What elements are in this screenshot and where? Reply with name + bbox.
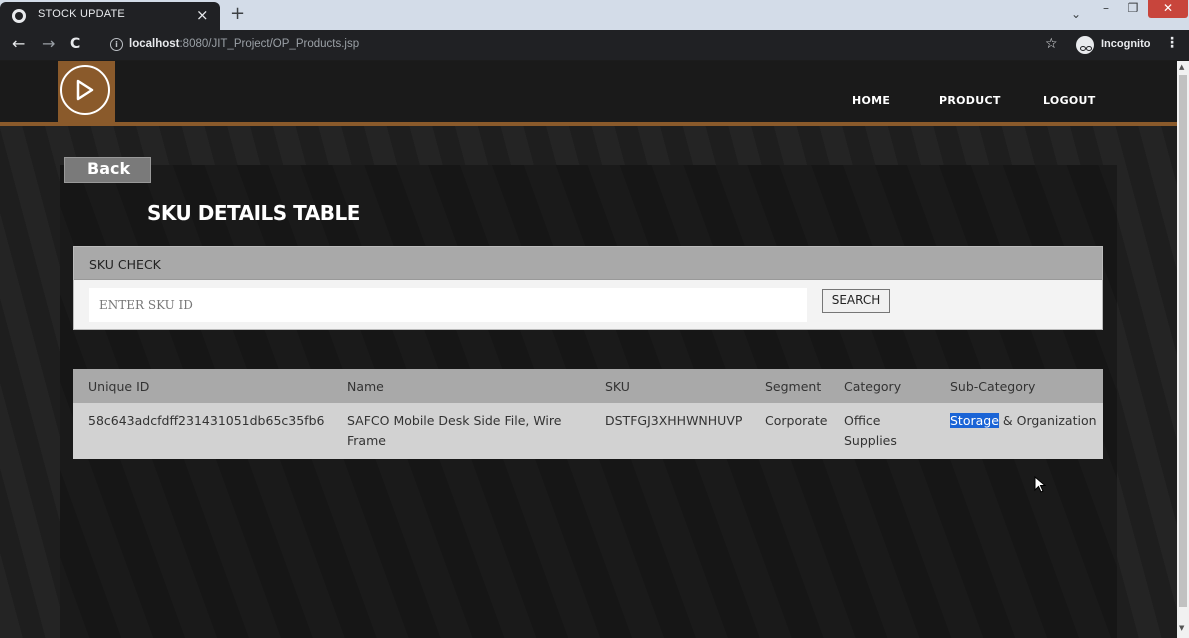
cell-segment: Corporate (765, 413, 828, 428)
restore-window-icon[interactable]: ❐ (1121, 0, 1145, 18)
url-path: :8080/JIT_Project/OP_Products.jsp (179, 38, 360, 50)
scroll-down-icon[interactable]: ▼ (1179, 624, 1184, 632)
forward-arrow-icon[interactable]: → (42, 36, 55, 52)
sku-id-input[interactable] (89, 288, 807, 322)
site-logo[interactable] (58, 61, 115, 122)
column-header-sub-category: Sub-Category (935, 369, 1103, 403)
scrollbar-thumb[interactable] (1179, 75, 1187, 607)
sku-check-header: SKU CHECK (74, 247, 1102, 280)
tab-title: STOCK UPDATE (38, 8, 125, 20)
cell-sub-category: Storage & Organization (935, 403, 1103, 459)
tab-search-dropdown-icon[interactable]: ⌄ (1068, 6, 1084, 24)
column-header-name: Name (332, 369, 590, 403)
address-bar[interactable]: i localhost:8080/JIT_Project/OP_Products… (96, 34, 1058, 56)
bookmark-star-icon[interactable]: ☆ (1045, 36, 1058, 52)
browser-tab[interactable]: STOCK UPDATE × (0, 2, 220, 30)
sku-check-panel: SKU CHECK SEARCH (73, 246, 1103, 330)
site-info-icon[interactable]: i (110, 38, 123, 51)
browser-tab-strip: STOCK UPDATE × + ⌄ – ❐ ✕ (0, 0, 1189, 30)
cell-category: Office Supplies (844, 413, 897, 448)
nav-product[interactable]: PRODUCT (939, 94, 1001, 107)
cell-unique-id: 58c643adcfdff231431051db65c35fb6 (88, 413, 325, 428)
site-favicon-icon (12, 9, 26, 23)
new-tab-icon[interactable]: + (230, 3, 245, 24)
close-tab-icon[interactable]: × (196, 6, 209, 24)
nav-home[interactable]: HOME (852, 94, 890, 107)
close-window-icon[interactable]: ✕ (1148, 0, 1188, 18)
column-header-category: Category (829, 369, 935, 403)
reload-icon[interactable]: C (70, 36, 80, 52)
nav-logout[interactable]: LOGOUT (1043, 94, 1096, 107)
column-header-segment: Segment (750, 369, 829, 403)
sku-details-table: Unique ID Name SKU Segment Category Sub-… (73, 369, 1103, 459)
search-button[interactable]: SEARCH (822, 289, 890, 313)
browser-menu-icon[interactable]: ⋮ (1165, 35, 1179, 51)
scroll-up-icon[interactable]: ▲ (1179, 63, 1184, 71)
play-icon (60, 65, 110, 115)
incognito-icon[interactable] (1076, 36, 1094, 54)
sub-category-rest: & Organization (998, 413, 1097, 428)
browser-toolbar: ← → C i localhost:8080/JIT_Project/OP_Pr… (0, 30, 1189, 60)
column-header-sku: SKU (590, 369, 750, 403)
url-text: localhost:8080/JIT_Project/OP_Products.j… (129, 38, 359, 50)
back-arrow-icon[interactable]: ← (12, 36, 25, 52)
minimize-window-icon[interactable]: – (1094, 0, 1118, 18)
mouse-pointer-icon (1034, 476, 1046, 493)
back-button[interactable]: Back (64, 157, 151, 183)
cell-sku: DSTFGJ3XHHWNHUVP (605, 413, 743, 428)
table-row: 58c643adcfdff231431051db65c35fb6 SAFCO M… (73, 403, 1103, 459)
incognito-label[interactable]: Incognito (1101, 38, 1151, 50)
page-viewport: HOME PRODUCT LOGOUT Back SKU DETAILS TAB… (0, 61, 1177, 638)
sku-check-title: SKU CHECK (89, 257, 161, 272)
url-host: localhost (129, 38, 180, 50)
site-header: HOME PRODUCT LOGOUT (0, 61, 1177, 126)
cell-name: SAFCO Mobile Desk Side File, Wire Frame (347, 413, 562, 448)
page-scrollbar[interactable]: ▲ ▼ (1177, 61, 1189, 638)
selected-text: Storage (950, 413, 999, 428)
column-header-unique-id: Unique ID (73, 369, 332, 403)
table-header-row: Unique ID Name SKU Segment Category Sub-… (73, 369, 1103, 403)
page-title: SKU DETAILS TABLE (147, 201, 360, 225)
